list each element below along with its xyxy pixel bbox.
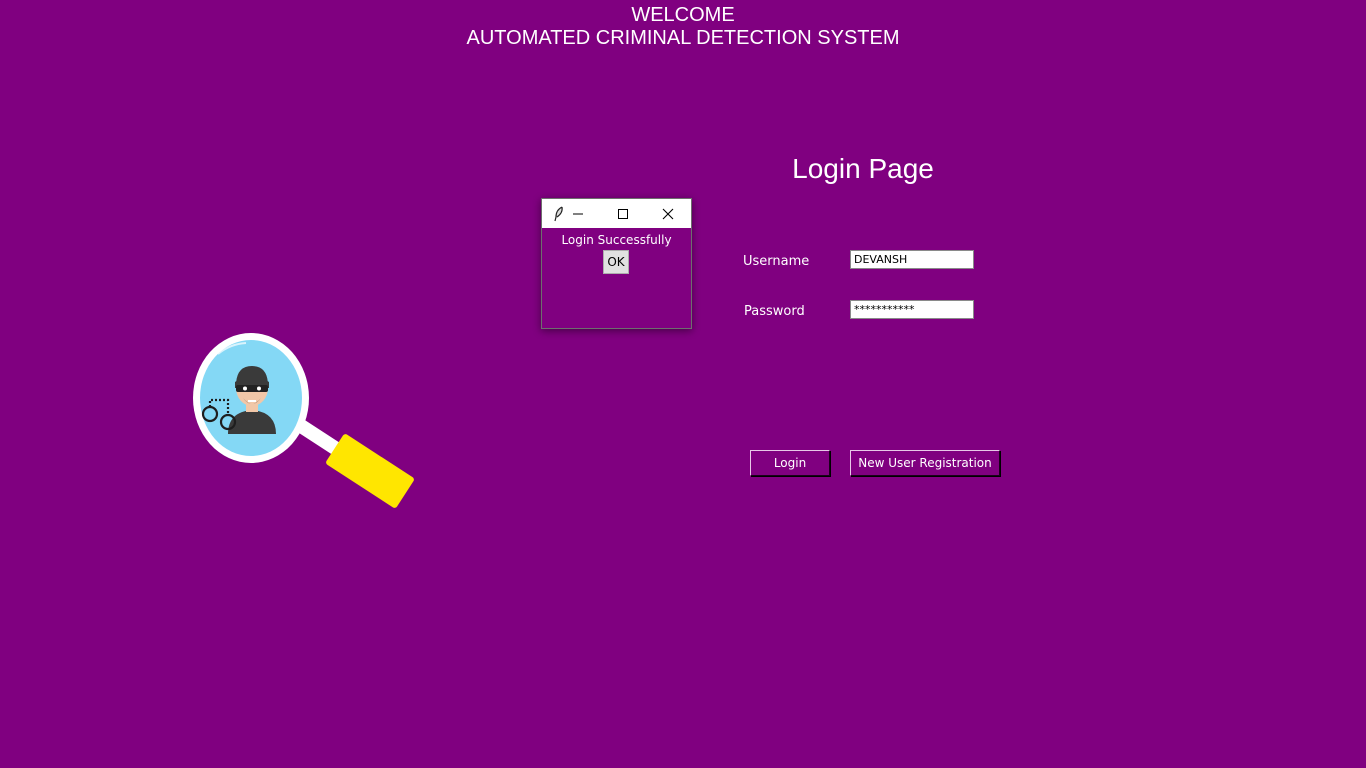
login-page-title: Login Page bbox=[792, 153, 934, 184]
welcome-title: WELCOME bbox=[631, 4, 735, 26]
feather-icon bbox=[552, 199, 566, 228]
minimize-icon[interactable] bbox=[570, 199, 586, 228]
main-window: WELCOME AUTOMATED CRIMINAL DETECTION SYS… bbox=[0, 0, 1366, 768]
password-field[interactable] bbox=[850, 300, 974, 319]
system-title: AUTOMATED CRIMINAL DETECTION SYSTEM bbox=[466, 27, 900, 49]
ok-button[interactable]: OK bbox=[603, 250, 629, 274]
magnifier-handle bbox=[326, 434, 414, 508]
dialog-message: Login Successfully bbox=[561, 233, 672, 247]
new-user-registration-button[interactable]: New User Registration bbox=[850, 450, 1000, 476]
username-field[interactable] bbox=[850, 250, 974, 269]
username-label: Username bbox=[743, 254, 810, 269]
close-icon[interactable] bbox=[659, 199, 677, 228]
maximize-icon[interactable] bbox=[614, 199, 632, 228]
login-button[interactable]: Login bbox=[750, 450, 830, 476]
welcome-header: WELCOME AUTOMATED CRIMINAL DETECTION SYS… bbox=[0, 4, 1366, 50]
password-label: Password bbox=[744, 304, 805, 319]
dialog-titlebar[interactable] bbox=[542, 199, 691, 228]
magnifier-criminal-illustration bbox=[193, 333, 414, 508]
